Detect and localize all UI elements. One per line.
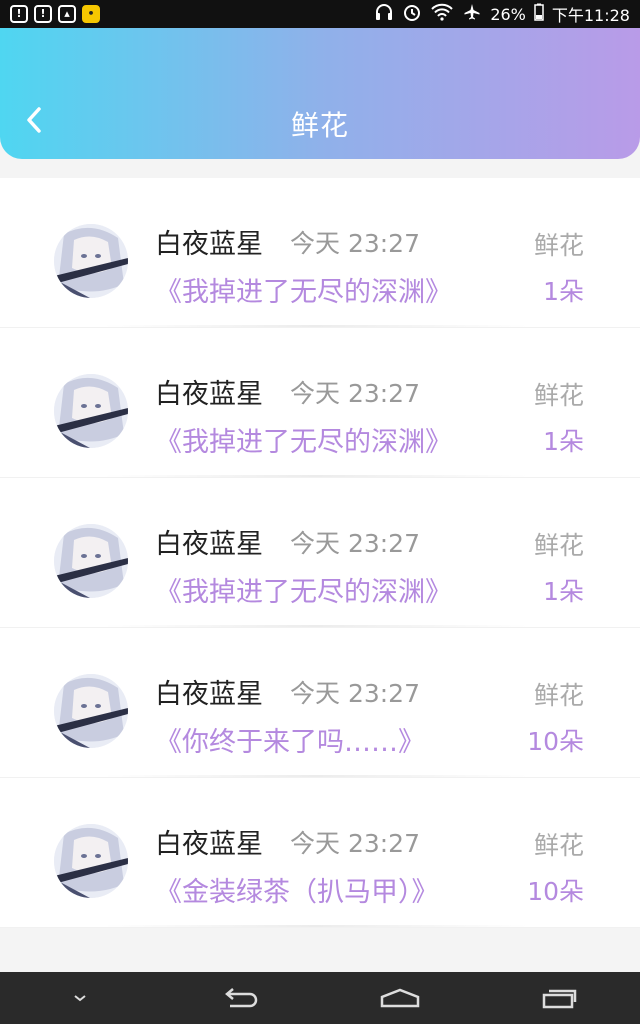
user-name: 白夜蓝星 [155, 229, 263, 260]
navigation-bar [0, 972, 640, 1024]
flower-count: 1朵 [543, 427, 584, 456]
avatar[interactable] [54, 674, 128, 748]
gift-label: 鲜花 [533, 231, 584, 260]
book-title[interactable]: 《我掉进了无尽的深渊》 [155, 270, 452, 309]
list-item[interactable]: 白夜蓝星 今天 23:27 《金装绿茶（扒马甲）》 鲜花 10朵 [0, 778, 640, 928]
timestamp: 今天 23:27 [290, 529, 420, 558]
gift-label: 鲜花 [533, 381, 584, 410]
user-name: 白夜蓝星 [155, 829, 263, 860]
nav-home-button[interactable] [370, 978, 430, 1018]
list-item[interactable]: 白夜蓝星 今天 23:27 《我掉进了无尽的深渊》 鲜花 1朵 [0, 328, 640, 478]
nav-back-button[interactable] [210, 978, 270, 1018]
list-item[interactable]: 白夜蓝星 今天 23:27 《我掉进了无尽的深渊》 鲜花 1朵 [0, 478, 640, 628]
airplane-icon [462, 2, 482, 26]
back-icon [225, 988, 258, 1008]
chat-app-icon: • [82, 5, 100, 23]
notification-icon: ! [10, 5, 28, 23]
notification-icon: ! [34, 5, 52, 23]
avatar[interactable] [54, 224, 128, 298]
book-title[interactable]: 《我掉进了无尽的深渊》 [155, 570, 452, 609]
header: 鲜花 [0, 28, 640, 159]
divider [104, 475, 528, 477]
chevron-down-icon [74, 995, 86, 1002]
image-icon: ▴ [58, 5, 76, 23]
flower-count: 10朵 [527, 877, 584, 906]
status-bar-right: 26% 下午11:28 [374, 2, 630, 26]
timestamp: 今天 23:27 [290, 829, 420, 858]
gift-label: 鲜花 [533, 681, 584, 710]
status-bar-left: ! ! ▴ • [10, 5, 100, 23]
alarm-icon [402, 2, 422, 26]
flower-record-list: 白夜蓝星 今天 23:27 《我掉进了无尽的深渊》 鲜花 1朵 白夜蓝星 今天 … [0, 178, 640, 928]
list-item[interactable]: 白夜蓝星 今天 23:27 《你终于来了吗……》 鲜花 10朵 [0, 628, 640, 778]
user-name: 白夜蓝星 [155, 679, 263, 710]
divider [104, 775, 528, 777]
wifi-icon [430, 3, 454, 25]
timestamp: 今天 23:27 [290, 679, 420, 708]
divider [104, 325, 528, 327]
book-title[interactable]: 《金装绿茶（扒马甲）》 [155, 870, 439, 909]
timestamp: 今天 23:27 [290, 229, 420, 258]
battery-level: 26% [490, 4, 526, 24]
user-name: 白夜蓝星 [155, 529, 263, 560]
list-item[interactable]: 白夜蓝星 今天 23:27 《我掉进了无尽的深渊》 鲜花 1朵 [0, 178, 640, 328]
user-name: 白夜蓝星 [155, 379, 263, 410]
battery-icon [534, 3, 544, 25]
gift-label: 鲜花 [533, 531, 584, 560]
home-icon [380, 988, 420, 1008]
flower-count: 10朵 [527, 727, 584, 756]
headphones-icon [374, 3, 394, 25]
divider [104, 625, 528, 627]
timestamp: 今天 23:27 [290, 379, 420, 408]
status-bar: ! ! ▴ • 26% 下午11:28 [0, 0, 640, 28]
divider [104, 925, 528, 927]
flower-count: 1朵 [543, 277, 584, 306]
flower-count: 1朵 [543, 577, 584, 606]
clock: 下午11:28 [551, 6, 630, 25]
hide-nav-button[interactable] [50, 978, 110, 1018]
avatar[interactable] [54, 524, 128, 598]
recents-icon [542, 989, 577, 1009]
avatar[interactable] [54, 374, 128, 448]
page-title: 鲜花 [290, 109, 349, 142]
gift-label: 鲜花 [533, 831, 584, 860]
nav-recents-button[interactable] [530, 978, 590, 1018]
book-title[interactable]: 《我掉进了无尽的深渊》 [155, 420, 452, 459]
book-title[interactable]: 《你终于来了吗……》 [155, 720, 425, 759]
avatar[interactable] [54, 824, 128, 898]
